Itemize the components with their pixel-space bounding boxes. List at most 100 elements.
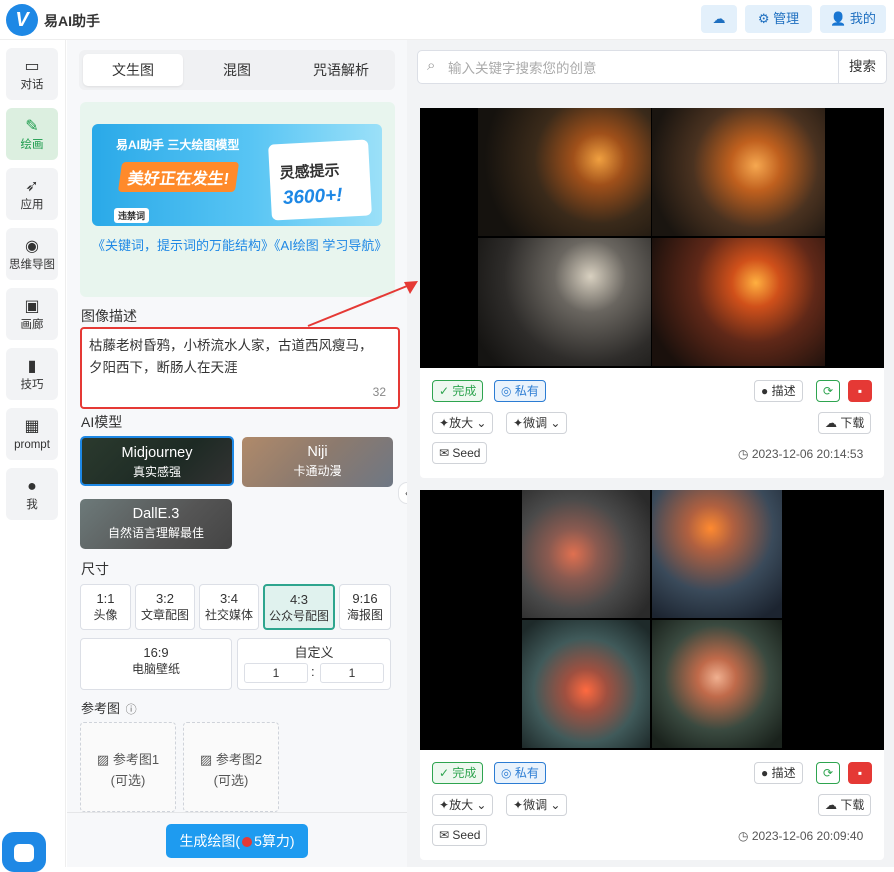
size-name: 海报图 [346,608,383,622]
status-badge: ✓ 完成 [432,762,484,784]
weather-icon: ☁ [712,11,726,26]
support-chat-button[interactable] [2,832,46,872]
vary-text: 微调 [523,798,548,812]
chat-icon: ▭ [24,58,40,75]
sidebar-item-gallery[interactable]: ▣ 画廊 [6,288,58,340]
sidebar-item-apps[interactable]: ➶ 应用 [6,168,58,220]
weather-button[interactable]: ☁ [701,5,737,33]
timestamp-text: 2023-12-06 20:14:53 [751,447,864,461]
search-icon: ⌕ [427,57,436,74]
size-name: 社交媒体 [204,608,253,622]
custom-width-input[interactable]: 1 [244,663,308,683]
ref-image-2-upload[interactable]: ▨ 参考图2 (可选) [183,722,279,812]
image-icon: ▨ [199,752,213,767]
tab-text-to-image[interactable]: 文生图 [83,54,183,86]
download-text: 下载 [840,416,865,430]
info-icon[interactable]: ⓘ [126,704,137,716]
upscale-text: 放大 [449,798,474,812]
size-name: 公众号配图 [268,609,329,623]
brush-icon: ✎ [25,118,39,135]
refresh-icon: ⟳ [822,384,834,398]
size-ratio: 3:4 [219,591,239,606]
custom-height-input[interactable]: 1 [320,663,384,683]
user-icon: 👤 [830,11,847,26]
sidebar-item-label: 对话 [20,79,44,91]
app-name: 易AI助手 [44,13,100,29]
chevron-down-icon: ⌄ [550,416,561,430]
ref-image-1-upload[interactable]: ▨ 参考图1 (可选) [80,722,176,812]
user-icon: ● [27,478,37,495]
model-midjourney[interactable]: Midjourney 真实感强 [80,436,234,486]
delete-button[interactable]: ▪ [848,380,872,402]
generate-button[interactable]: 生成绘图( 5算力) [166,824,308,858]
result-card: ✓ 完成 ◎ 私有 ● 描述 ⟳ ▪ ✦放大 ⌄ ✦微调 ⌄ ☁ 下载 ✉ Se… [420,490,884,860]
size-9-16[interactable]: 9:16 海报图 [339,584,391,630]
seed-text: Seed [452,828,481,842]
sidebar-item-mindmap[interactable]: ◉ 思维导图 [6,228,58,280]
promo-link[interactable]: 《关键词，提示词的万能结构》《AI绘图 学习导航》 [92,235,387,257]
profile-button[interactable]: 👤 我的 [820,5,886,33]
sidebar-item-chat[interactable]: ▭ 对话 [6,48,58,100]
size-3-4[interactable]: 3:4 社交媒体 [199,584,259,630]
banner-card: 灵感提示 3600+! [268,139,372,221]
sidebar-item-tips[interactable]: ▮ 技巧 [6,348,58,400]
promo-banner[interactable]: 易AI助手 三大绘图模型 美好正在发生! 违禁词 灵感提示 3600+! [92,124,382,226]
upscale-dropdown[interactable]: ✦放大 ⌄ [432,412,494,434]
sidebar-item-prompt[interactable]: ▦ prompt [6,408,58,460]
model-name: Niji [307,444,328,460]
image-quad [652,490,782,618]
search-bar: ⌕ 搜索 [417,50,887,84]
privacy-text: 私有 [514,384,539,398]
promo-box: 易AI助手 三大绘图模型 美好正在发生! 违禁词 灵感提示 3600+! 《关键… [80,102,395,297]
model-name: DallE.3 [132,506,180,522]
model-niji[interactable]: Niji 卡通动漫 [242,437,393,487]
size-name: 电脑壁纸 [131,662,180,676]
mail-icon: ✉ [439,828,450,842]
size-3-2[interactable]: 3:2 文章配图 [135,584,195,630]
generate-label: 生成绘图( [179,833,241,849]
download-button[interactable]: ☁ 下载 [818,412,872,434]
generate-cost: 5算力) [254,833,295,849]
tab-prompt-parse[interactable]: 咒语解析 [291,54,391,86]
banner-line1: 易AI助手 三大绘图模型 [116,138,240,152]
status-text: 完成 [452,384,477,398]
vary-dropdown[interactable]: ✦微调 ⌄ [506,412,568,434]
refresh-button[interactable]: ⟳ [816,380,840,402]
privacy-button[interactable]: ◎ 私有 [494,380,546,402]
wand-icon: ✦ [513,798,524,812]
ref-optional: (可选) [213,773,249,788]
eye-off-icon: ◎ [501,766,512,780]
sidebar-item-draw[interactable]: ✎ 绘画 [6,108,58,160]
mail-icon: ✉ [439,446,450,460]
mode-tabs: 文生图 混图 咒语解析 [79,50,395,90]
search-input[interactable] [448,58,828,78]
sidebar-item-me[interactable]: ● 我 [6,468,58,520]
describe-button[interactable]: ● 描述 [754,762,803,784]
seed-button[interactable]: ✉ Seed [432,824,488,846]
size-name: 文章配图 [140,608,189,622]
privacy-button[interactable]: ◎ 私有 [494,762,546,784]
vary-dropdown[interactable]: ✦微调 ⌄ [506,794,568,816]
prompt-input[interactable] [89,335,385,383]
model-sub: 真实感强 [132,465,181,479]
size-4-3[interactable]: 4:3 公众号配图 [263,584,335,630]
download-button[interactable]: ☁ 下载 [818,794,872,816]
chevron-down-icon: ⌄ [476,798,487,812]
gear-icon: ⚙ [757,11,770,26]
search-button[interactable]: 搜索 [838,51,886,83]
size-1-1[interactable]: 1:1 头像 [80,584,131,630]
tab-blend[interactable]: 混图 [187,54,287,86]
describe-button[interactable]: ● 描述 [754,380,803,402]
upscale-dropdown[interactable]: ✦放大 ⌄ [432,794,494,816]
sidebar-item-label: 应用 [20,199,44,211]
model-dalle3[interactable]: DallE.3 自然语言理解最佳 [80,499,232,549]
size-16-9[interactable]: 16:9 电脑壁纸 [80,638,232,690]
result-image[interactable] [420,108,884,368]
manage-button[interactable]: ⚙ 管理 [745,5,812,33]
delete-button[interactable]: ▪ [848,762,872,784]
result-image[interactable] [420,490,884,750]
check-icon: ✓ [439,766,450,780]
custom-label: 自定义 [294,645,334,660]
seed-button[interactable]: ✉ Seed [432,442,488,464]
refresh-button[interactable]: ⟳ [816,762,840,784]
